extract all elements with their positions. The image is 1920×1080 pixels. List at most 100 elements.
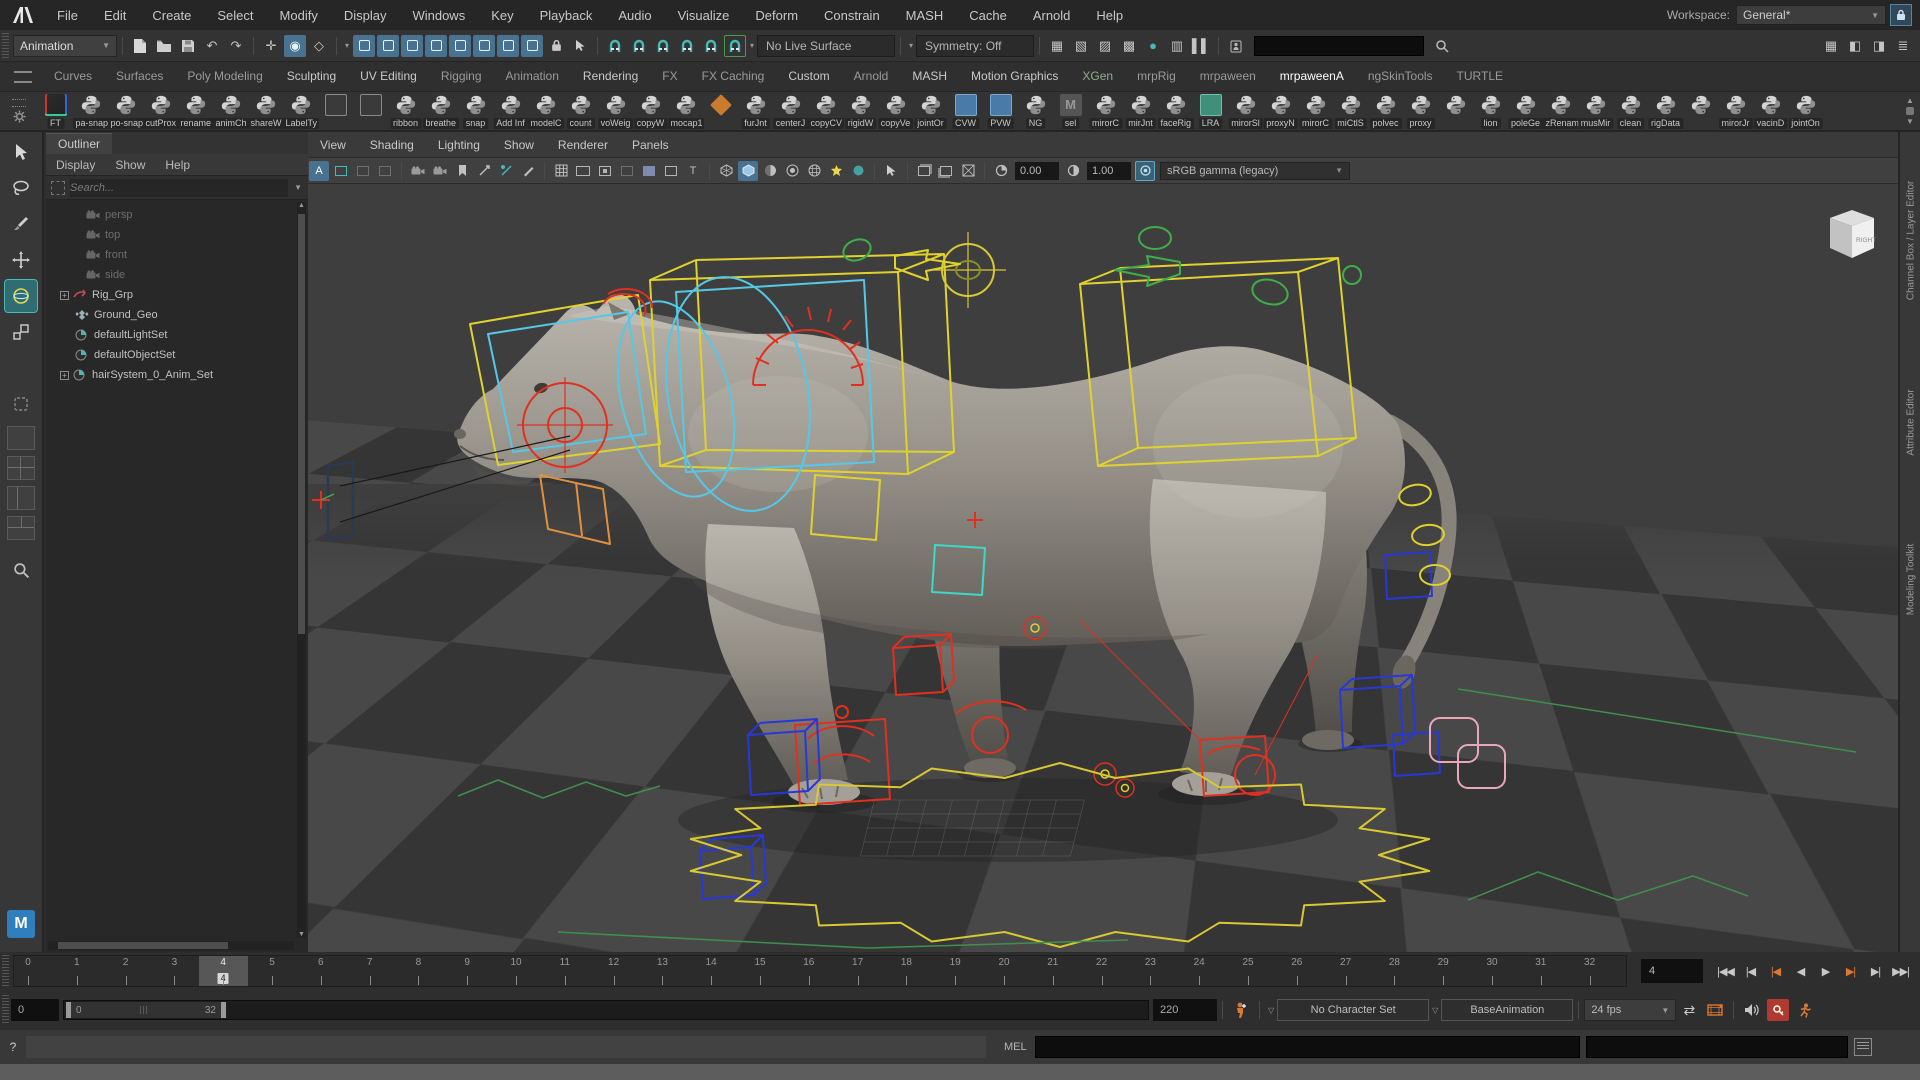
- ipr-render-button[interactable]: ▨: [1094, 35, 1116, 57]
- shelf-item-po-snap[interactable]: po-snap: [108, 93, 143, 130]
- shelf-item-furjnt[interactable]: furJnt: [738, 93, 773, 130]
- undo-button[interactable]: ↶: [201, 35, 223, 57]
- viewport-scene[interactable]: RIGHT: [308, 184, 1898, 952]
- shelf-item-python[interactable]: [1683, 93, 1718, 130]
- wire-on-shaded-button[interactable]: [804, 161, 824, 181]
- toggle-panel-left-button[interactable]: ◧: [1844, 35, 1866, 57]
- animation-end-field[interactable]: 220: [1153, 999, 1217, 1021]
- safe-action-button[interactable]: [661, 161, 681, 181]
- shelf-item-copyw[interactable]: copyW: [633, 93, 668, 130]
- lock-selection-button[interactable]: [545, 35, 567, 57]
- shelf-item-copycv[interactable]: copyCV: [808, 93, 843, 130]
- menu-display[interactable]: Display: [331, 8, 400, 23]
- auto-key-button[interactable]: [1767, 999, 1789, 1021]
- shelf-item-mocap1[interactable]: mocap1: [668, 93, 703, 130]
- menu-visualize[interactable]: Visualize: [665, 8, 743, 23]
- shelf-item-lra[interactable]: LRA: [1193, 93, 1228, 130]
- snap-to-grid-button[interactable]: [604, 35, 626, 57]
- snap-to-projected-center-button[interactable]: [676, 35, 698, 57]
- shelf-item-rename[interactable]: rename: [178, 93, 213, 130]
- exposure-value[interactable]: 0.00: [1015, 162, 1059, 180]
- shelf-item-clean[interactable]: clean: [1613, 93, 1648, 130]
- occlusion-button[interactable]: [848, 161, 868, 181]
- go-to-start-button[interactable]: |◀◀: [1713, 958, 1738, 984]
- shelf-tab-fx-caching[interactable]: FX Caching: [690, 63, 777, 91]
- mask-handles-toggle[interactable]: [353, 35, 375, 57]
- exposure-icon[interactable]: [991, 161, 1011, 181]
- shelf-tab-custom[interactable]: Custom: [776, 63, 841, 91]
- range-bar-grip[interactable]: [82, 1006, 205, 1014]
- command-input[interactable]: [1035, 1036, 1580, 1058]
- shelf-item-pvw[interactable]: PVW: [983, 93, 1018, 130]
- shelf-item-lion[interactable]: lion: [1473, 93, 1508, 130]
- shelf-item-animch[interactable]: animCh: [213, 93, 248, 130]
- color-management-toggle[interactable]: [1135, 161, 1155, 181]
- mask-surfaces-toggle[interactable]: [425, 35, 447, 57]
- outliner-filter-icon[interactable]: [51, 181, 65, 195]
- outliner-item-top[interactable]: top: [86, 226, 120, 244]
- snap-to-point-button[interactable]: [652, 35, 674, 57]
- shelf-item-mirorsl[interactable]: mirorSl: [1228, 93, 1263, 130]
- menu-constrain[interactable]: Constrain: [811, 8, 893, 23]
- mute-audio-button[interactable]: [1741, 999, 1763, 1021]
- select-by-hierarchy-button[interactable]: ✛: [260, 35, 282, 57]
- shadows-button[interactable]: [826, 161, 846, 181]
- shelf-item-cvw[interactable]: CVW: [948, 93, 983, 130]
- shelf-item-facerig[interactable]: faceRig: [1158, 93, 1193, 130]
- go-to-end-button[interactable]: ▶▶|: [1888, 958, 1913, 984]
- scroll-up-icon[interactable]: ▲: [297, 202, 306, 209]
- expand-icon[interactable]: +: [60, 371, 69, 380]
- statusline-grip[interactable]: [2, 33, 9, 58]
- range-end-handle[interactable]: [221, 1002, 226, 1018]
- menu-select[interactable]: Select: [204, 8, 266, 23]
- last-tool-button[interactable]: [5, 388, 37, 420]
- shelf-tab-sculpting[interactable]: Sculpting: [275, 63, 348, 91]
- shelf-item-constraint2[interactable]: [353, 93, 388, 130]
- timeline-grip[interactable]: [2, 955, 9, 987]
- clear-view-button[interactable]: [958, 161, 978, 181]
- viewport-menu-shading[interactable]: Shading: [358, 138, 426, 152]
- shelf-tab-turtle[interactable]: TURTLE: [1445, 63, 1515, 91]
- select-camera-button[interactable]: A: [309, 161, 329, 181]
- outliner-item-defaultLightSet[interactable]: defaultLightSet: [60, 326, 167, 344]
- command-language-toggle[interactable]: MEL: [1004, 1041, 1027, 1053]
- shelf-item-mirjnt[interactable]: mirJnt: [1123, 93, 1158, 130]
- new-scene-button[interactable]: [129, 35, 151, 57]
- render-view-button[interactable]: ▦: [1046, 35, 1068, 57]
- fps-select[interactable]: 24 fps ▼: [1584, 999, 1676, 1021]
- scale-tool-button[interactable]: [5, 316, 37, 348]
- gamma-icon[interactable]: [1063, 161, 1083, 181]
- shelf-item-breathe[interactable]: breathe: [423, 93, 458, 130]
- step-back-frame-button[interactable]: |◀: [1738, 958, 1763, 984]
- workspace-lock-button[interactable]: [1890, 4, 1912, 26]
- outliner-item-Ground_Geo[interactable]: Ground_Geo: [60, 306, 158, 324]
- highlight-selection-button[interactable]: [569, 35, 591, 57]
- anim-layer-dropdown-icon[interactable]: ▽: [1432, 1006, 1438, 1015]
- yellow-arrow-control[interactable]: [895, 250, 960, 280]
- menu-windows[interactable]: Windows: [399, 8, 478, 23]
- shelf-item-proxy[interactable]: proxy: [1403, 93, 1438, 130]
- shelf-item-count[interactable]: count: [563, 93, 598, 130]
- grid-toggle-button[interactable]: [551, 161, 571, 181]
- chevron-down-icon[interactable]: ▼: [288, 183, 308, 192]
- shelf-gear-icon[interactable]: [13, 110, 26, 123]
- shelf-item-pa-snap[interactable]: pa-snap: [73, 93, 108, 130]
- shelf-item-proxyn[interactable]: proxyN: [1263, 93, 1298, 130]
- camera-attributes-button[interactable]: [430, 161, 450, 181]
- shelf-tab-curves[interactable]: Curves: [42, 63, 104, 91]
- outliner-item-front[interactable]: front: [86, 246, 127, 264]
- pencil-button[interactable]: [518, 161, 538, 181]
- open-scene-button[interactable]: [153, 35, 175, 57]
- colorspace-select[interactable]: sRGB gamma (legacy) ▼: [1160, 162, 1350, 180]
- wireframe-button[interactable]: [716, 161, 736, 181]
- shelf-tab-arnold[interactable]: Arnold: [842, 63, 901, 91]
- outliner-menu-display[interactable]: Display: [46, 158, 105, 172]
- menu-cache[interactable]: Cache: [956, 8, 1020, 23]
- menu-create[interactable]: Create: [139, 8, 204, 23]
- shelf-collapse-button[interactable]: [14, 71, 32, 83]
- isolate-select-button[interactable]: [881, 161, 901, 181]
- workspace-select[interactable]: General* ▼: [1736, 5, 1886, 25]
- use-all-lights-button[interactable]: [782, 161, 802, 181]
- shelf-item-python[interactable]: [1438, 93, 1473, 130]
- bookmark-button[interactable]: [452, 161, 472, 181]
